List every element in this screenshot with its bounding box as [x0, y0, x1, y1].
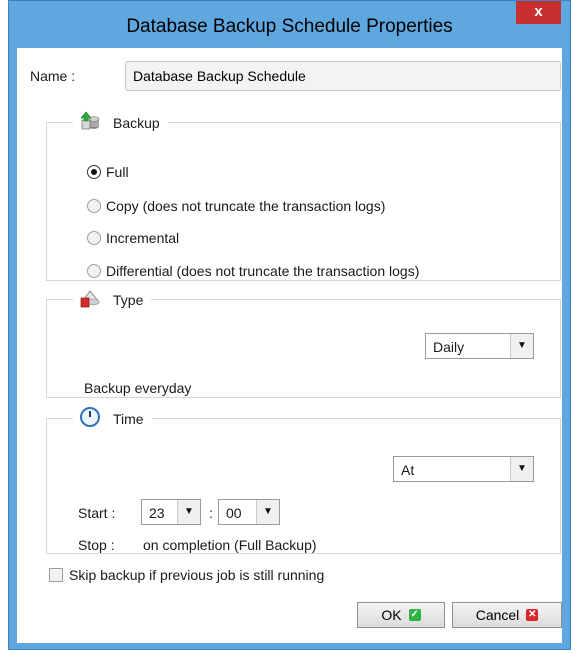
radio-label: Incremental: [106, 230, 180, 246]
type-dropdown[interactable]: Daily ▼: [425, 333, 534, 359]
radio-copy[interactable]: Copy (does not truncate the transaction …: [87, 198, 385, 214]
type-dropdown-value: Daily: [433, 339, 465, 355]
start-minute-value: 00: [226, 505, 242, 521]
start-hour-dropdown[interactable]: 23 ▼: [141, 499, 201, 525]
chevron-down-icon[interactable]: ▼: [510, 334, 533, 358]
time-separator: :: [209, 505, 213, 521]
type-legend-label: Type: [113, 291, 144, 308]
time-group: Time At ▼ Start : 23 ▼ : 00 ▼ Stop : on …: [46, 406, 561, 554]
backup-legend-label: Backup: [113, 114, 160, 131]
close-button[interactable]: x: [516, 1, 561, 24]
skip-backup-option[interactable]: Skip backup if previous job is still run…: [49, 567, 324, 583]
database-backup-icon: [79, 111, 101, 134]
stop-value: on completion (Full Backup): [143, 537, 317, 553]
backup-legend: Backup: [73, 111, 168, 134]
close-icon: ✕: [526, 609, 539, 621]
radio-differential[interactable]: Differential (does not truncate the tran…: [87, 263, 419, 279]
ok-button-label: OK: [381, 607, 402, 623]
radio-button[interactable]: [87, 231, 101, 245]
start-label: Start :: [78, 505, 116, 521]
time-legend-label: Time: [113, 410, 144, 427]
chevron-down-icon[interactable]: ▼: [256, 500, 279, 524]
clock-icon: [79, 406, 101, 431]
time-mode-value: At: [401, 462, 415, 478]
chevron-down-icon[interactable]: ▼: [510, 457, 533, 481]
radio-button[interactable]: [87, 264, 101, 278]
backup-group: Backup Full Copy (does not truncate the …: [46, 111, 561, 281]
dialog-body: Name : Backup Full: [17, 48, 562, 643]
dialog-window: Database Backup Schedule Properties x Na…: [8, 0, 571, 650]
name-input[interactable]: [125, 61, 561, 91]
radio-full[interactable]: Full: [87, 164, 129, 180]
schedule-type-icon: [79, 288, 101, 311]
type-description: Backup everyday: [84, 380, 192, 396]
cancel-button-label: Cancel: [475, 607, 520, 623]
title-bar[interactable]: Database Backup Schedule Properties x: [9, 1, 570, 49]
radio-button[interactable]: [87, 199, 101, 213]
skip-backup-label: Skip backup if previous job is still run…: [69, 567, 325, 583]
cancel-button[interactable]: Cancel ✕: [452, 602, 562, 628]
skip-backup-checkbox[interactable]: [49, 568, 63, 582]
time-legend: Time: [73, 406, 152, 431]
start-hour-value: 23: [149, 505, 165, 521]
type-group: Type Daily ▼ Backup everyday: [46, 288, 561, 398]
ok-button[interactable]: OK ✓: [357, 602, 445, 628]
radio-label: Differential (does not truncate the tran…: [106, 263, 420, 279]
radio-label: Full: [106, 164, 129, 180]
type-legend: Type: [73, 288, 151, 311]
close-icon: x: [534, 3, 543, 20]
stop-label: Stop :: [78, 537, 115, 553]
name-label: Name :: [30, 68, 76, 84]
chevron-down-icon[interactable]: ▼: [177, 500, 200, 524]
start-minute-dropdown[interactable]: 00 ▼: [218, 499, 280, 525]
radio-label: Copy (does not truncate the transaction …: [106, 198, 386, 214]
radio-incremental[interactable]: Incremental: [87, 230, 179, 246]
window-title: Database Backup Schedule Properties: [126, 16, 453, 37]
time-mode-dropdown[interactable]: At ▼: [393, 456, 534, 482]
checkmark-icon: ✓: [408, 609, 421, 621]
radio-button[interactable]: [87, 165, 101, 179]
